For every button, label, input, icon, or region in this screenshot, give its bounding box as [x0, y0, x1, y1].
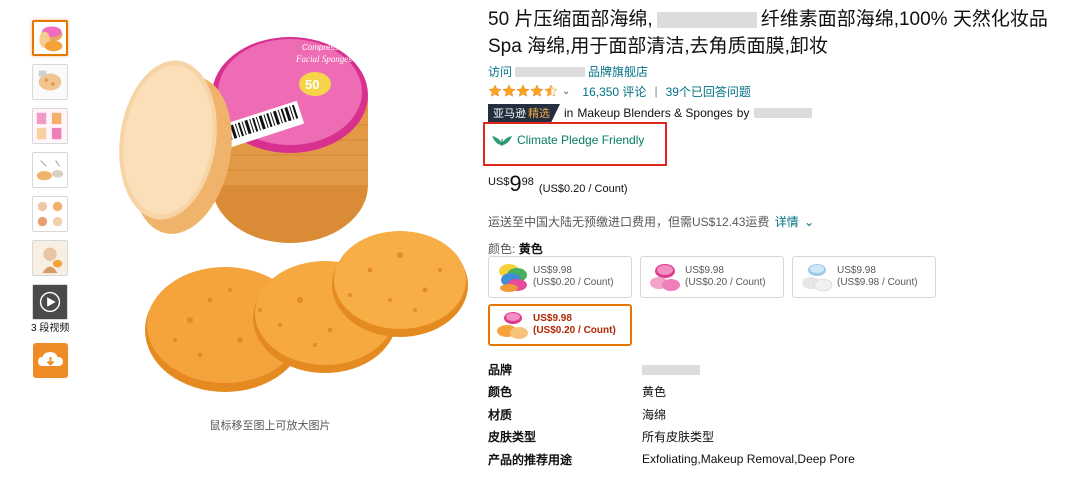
variant-price: US$9.98	[533, 265, 572, 276]
badge-by: by	[736, 106, 750, 120]
play-icon	[33, 285, 67, 319]
badge-in: in	[564, 106, 574, 120]
reviews-link[interactable]: 16,350 评论	[582, 83, 646, 100]
price-whole: 9	[509, 171, 522, 196]
star-rating[interactable]	[488, 84, 558, 98]
price-currency: US$	[488, 176, 510, 188]
video-thumbnail[interactable]	[32, 284, 68, 320]
shipping-text: 运送至中国大陆无预缴进口费用，但需US$12.43运费	[488, 215, 770, 229]
thumbnail-3[interactable]	[32, 108, 68, 144]
star-icon	[530, 84, 544, 97]
cloud-download-icon	[38, 352, 63, 366]
spec-key: 品牌	[488, 362, 513, 377]
star-icon	[502, 84, 516, 97]
spec-value	[642, 362, 700, 376]
store-prefix: 访问	[488, 65, 513, 79]
product-title: 50 片压缩面部海绵, 纤维素面部海绵,100% 天然化妆品 Spa 海绵,用于面…	[488, 6, 1068, 60]
spec-key: 产品的推荐用途	[488, 452, 573, 467]
color-label: 颜色: 黄色	[488, 240, 543, 257]
star-icon	[488, 84, 502, 97]
rating-row: ⌄ 16,350 评论 | 39个已回答问题	[488, 83, 1068, 99]
answered-questions-link[interactable]: 39个已回答问题	[666, 83, 751, 100]
chevron-down-icon[interactable]: ⌄	[804, 215, 814, 229]
separator: |	[654, 84, 658, 98]
spec-row-skin-type: 皮肤类型 所有皮肤类型	[488, 426, 855, 449]
product-title-part1: 50 片压缩面部海绵,	[488, 9, 653, 30]
spec-row-material: 材质 海绵	[488, 403, 855, 426]
star-icon	[516, 84, 530, 97]
variant-swatch-2[interactable]: US$9.98 (US$0.20 / Count)	[640, 256, 784, 298]
category-link[interactable]: Makeup Blenders & Sponges	[577, 106, 732, 120]
variant-price-block: US$9.98 (US$0.20 / Count)	[685, 265, 766, 289]
spec-value: Exfoliating,Makeup Removal,Deep Pore	[642, 452, 855, 467]
package-count: 50	[305, 77, 319, 92]
variant-price: US$9.98	[685, 265, 724, 276]
spec-key: 皮肤类型	[488, 430, 537, 445]
spec-value: 所有皮肤类型	[642, 430, 715, 445]
half-star-icon	[544, 84, 558, 97]
badge-brand: 亚马逊	[493, 108, 526, 120]
color-label-value: 黄色	[518, 242, 543, 256]
price-fraction: 98	[521, 176, 534, 188]
variant-swatch-1[interactable]: US$9.98 (US$0.20 / Count)	[488, 256, 632, 298]
redacted-brand-value	[642, 365, 700, 376]
swatch-image	[647, 261, 683, 293]
climate-pledge-label: Climate Pledge Friendly	[517, 133, 645, 147]
swatch-image	[799, 261, 835, 293]
variant-price-block: US$9.98 (US$0.20 / Count)	[533, 313, 616, 337]
chevron-down-icon[interactable]: ⌄	[562, 86, 570, 97]
spec-key: 颜色	[488, 385, 513, 400]
redacted-store-name	[515, 66, 586, 77]
badge-row: 亚马逊 精选 in Makeup Blenders & Sponges by	[488, 104, 1068, 122]
download-button[interactable]	[33, 343, 68, 378]
thumbnail-1[interactable]	[32, 20, 68, 56]
price: US$ 9 98 (US$0.20 / Count)	[488, 172, 628, 196]
variant-unit-price: (US$0.20 / Count)	[533, 325, 616, 336]
zoom-hint: 鼠标移至图上可放大图片	[209, 420, 331, 432]
product-details: 50 片压缩面部海绵, 纤维素面部海绵,100% 天然化妆品 Spa 海绵,用于面…	[483, 6, 1068, 467]
spec-row-recommended-use: 产品的推荐用途 Exfoliating,Makeup Removal,Deep …	[488, 448, 855, 471]
specs-table: 品牌 颜色 黄色 材质 海绵 皮肤类型 所有皮肤类型 产品的推荐用途 Exfol…	[488, 358, 855, 471]
thumbnail-2[interactable]	[32, 64, 68, 100]
variant-price-block: US$9.98 (US$0.20 / Count)	[533, 265, 614, 289]
store-link[interactable]: 访问 品牌旗舰店	[488, 63, 1068, 80]
spec-value: 海绵	[642, 407, 667, 422]
video-count-label[interactable]: 3 段视频	[31, 319, 69, 334]
thumbnail-5[interactable]	[32, 196, 68, 232]
swatch-image	[495, 309, 531, 341]
leaf-wings-icon	[492, 136, 512, 146]
color-label-key: 颜色:	[488, 242, 516, 256]
badge-choice: 精选	[528, 108, 550, 120]
shipping-details-link[interactable]: 详情	[775, 215, 799, 229]
spec-row-color: 颜色 黄色	[488, 381, 855, 404]
spec-row-brand: 品牌	[488, 358, 855, 381]
variant-unit-price: (US$9.98 / Count)	[837, 277, 918, 288]
variant-unit-price: (US$0.20 / Count)	[533, 277, 614, 288]
variant-swatch-4-selected[interactable]: US$9.98 (US$0.20 / Count)	[488, 304, 632, 346]
package-text-line2: Facial Sponges	[295, 54, 352, 64]
spec-value: 黄色	[642, 385, 667, 400]
thumbnail-6[interactable]	[32, 240, 68, 276]
package-text-line1: Compressed	[302, 43, 348, 52]
unit-price: (US$0.20 / Count)	[538, 183, 628, 195]
main-product-image[interactable]: Compressed Facial Sponges 50	[70, 0, 470, 414]
variant-price: US$9.98	[837, 265, 876, 276]
amazons-choice-badge[interactable]: 亚马逊 精选	[488, 104, 560, 122]
variant-price-block: US$9.98 (US$9.98 / Count)	[837, 265, 918, 289]
shipping-info: 运送至中国大陆无预缴进口费用，但需US$12.43运费 详情 ⌄	[488, 213, 814, 230]
climate-pledge-badge[interactable]: Climate Pledge Friendly	[491, 132, 644, 148]
store-suffix: 品牌旗舰店	[588, 65, 649, 79]
redacted-brand	[656, 11, 757, 28]
swatch-image	[495, 261, 531, 293]
variant-unit-price: (US$0.20 / Count)	[685, 277, 766, 288]
spec-key: 材质	[488, 407, 513, 422]
redacted-seller	[754, 108, 813, 118]
thumbnail-4[interactable]	[32, 152, 68, 188]
thumbnail-strip	[32, 20, 70, 328]
variant-price: US$9.98	[533, 313, 572, 324]
variant-swatch-3[interactable]: US$9.98 (US$9.98 / Count)	[792, 256, 936, 298]
